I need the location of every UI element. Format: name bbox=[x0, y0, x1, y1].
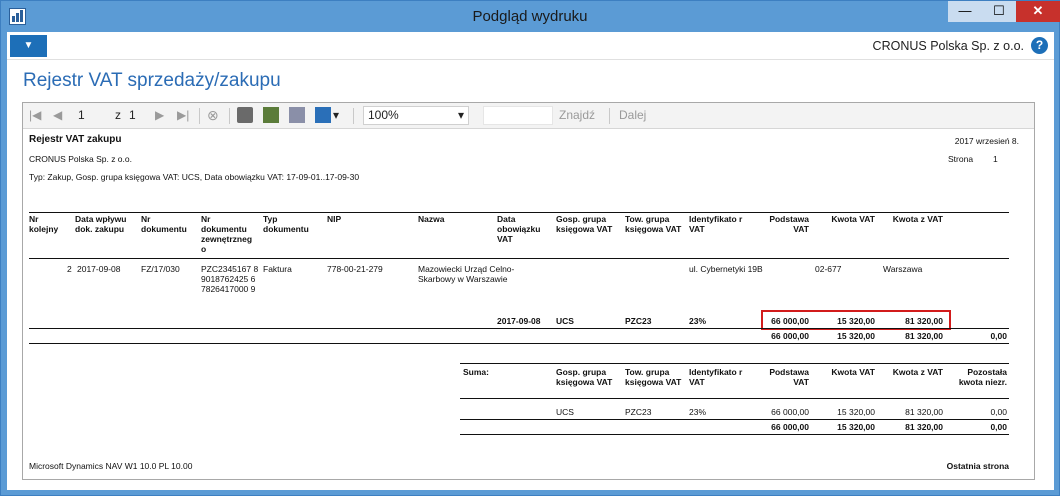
report-viewer: |◀ ◀ 1 z 1 ▶ ▶| ⊗ ▾ 100% ▾ Znajdź Dalej … bbox=[22, 102, 1035, 480]
export-dropdown-icon[interactable]: ▾ bbox=[333, 107, 339, 124]
report-footer-right: Ostatnia strona bbox=[946, 461, 1009, 471]
summary-header-podstawa: Podstawa VAT bbox=[769, 367, 809, 387]
row-data-wplywu: 2017-09-08 bbox=[77, 264, 121, 274]
stop-icon[interactable]: ⊗ bbox=[207, 107, 219, 124]
print-icon[interactable] bbox=[237, 107, 253, 123]
row-typ: Faktura bbox=[263, 264, 292, 274]
find-button[interactable]: Znajdź bbox=[559, 107, 595, 124]
find-text-input[interactable] bbox=[483, 106, 553, 125]
col-header-nip: NIP bbox=[327, 214, 342, 224]
col-header-data-wplywu: Data wpływu dok. zakupu bbox=[75, 214, 127, 234]
report-title: Rejestr VAT zakupu bbox=[29, 134, 122, 145]
row-nazwa: Mazowiecki Urząd Celno-Skarbowy w Warsza… bbox=[418, 264, 515, 284]
col-header-nr-dokumentu: Nr dokumentu bbox=[141, 214, 187, 234]
zoom-select[interactable]: 100% ▾ bbox=[363, 106, 469, 125]
first-page-button[interactable]: |◀ bbox=[29, 107, 41, 124]
report-toolbar: |◀ ◀ 1 z 1 ▶ ▶| ⊗ ▾ 100% ▾ Znajdź Dalej bbox=[23, 103, 1034, 129]
col-header-gosp: Gosp. grupa księgowa VAT bbox=[556, 214, 613, 234]
col-header-kwota: Kwota VAT bbox=[831, 214, 875, 224]
summary-total-kwota: 15 320,00 bbox=[837, 422, 875, 432]
summary-total-podstawa: 66 000,00 bbox=[771, 422, 809, 432]
row-nr-dokumentu: FZ/17/030 bbox=[141, 264, 180, 274]
company-name: CRONUS Polska Sp. z o.o. bbox=[872, 39, 1024, 53]
help-icon[interactable]: ? bbox=[1031, 37, 1048, 54]
col-header-typ: Typ dokumentu bbox=[263, 214, 309, 234]
last-page-button[interactable]: ▶| bbox=[177, 107, 189, 124]
page-label: Strona bbox=[948, 154, 974, 164]
page-number: 1 bbox=[993, 154, 998, 164]
summary-row-gosp: UCS bbox=[556, 407, 574, 417]
page-title: Rejestr VAT sprzedaży/zakupu bbox=[23, 70, 281, 91]
menu-strip: ▼ CRONUS Polska Sp. z o.o. ? bbox=[7, 32, 1054, 60]
summary-row-pozostala: 0,00 bbox=[990, 407, 1007, 417]
export-icon[interactable] bbox=[315, 107, 331, 123]
col-header-ident: Identyfikato r VAT bbox=[689, 214, 743, 234]
row-nip: 778-00-21-279 bbox=[327, 264, 383, 274]
report-date: 2017 wrzesień 8. bbox=[954, 136, 1019, 146]
summary-row-kwota: 15 320,00 bbox=[837, 407, 875, 417]
row-kod: 02-677 bbox=[815, 264, 842, 274]
print-layout-icon[interactable] bbox=[263, 107, 279, 123]
previous-page-button[interactable]: ◀ bbox=[53, 107, 62, 124]
vat-line-tow: PZC23 bbox=[625, 316, 652, 326]
total-pozostala: 0,00 bbox=[990, 331, 1007, 341]
col-header-tow: Tow. grupa księgowa VAT bbox=[625, 214, 682, 234]
window-title: Podgląd wydruku bbox=[472, 8, 588, 25]
summary-total-pozostala: 0,00 bbox=[990, 422, 1007, 432]
total-kwota-z: 81 320,00 bbox=[905, 331, 943, 341]
summary-row-ident: 23% bbox=[689, 407, 707, 417]
vat-line-ident: 23% bbox=[689, 316, 707, 326]
find-next-button[interactable]: Dalej bbox=[619, 107, 646, 124]
col-header-nazwa: Nazwa bbox=[418, 214, 445, 224]
summary-header-kwota-z: Kwota z VAT bbox=[892, 367, 943, 377]
row-miasto: Warszawa bbox=[883, 264, 923, 274]
row-adres: ul. Cybernetyki 19B bbox=[689, 264, 763, 274]
report-company: CRONUS Polska Sp. z o.o. bbox=[29, 154, 132, 164]
report-page: Rejestr VAT zakupu 2017 wrzesień 8. CRON… bbox=[23, 130, 1034, 479]
total-kwota: 15 320,00 bbox=[837, 331, 875, 341]
page-total: 1 bbox=[129, 108, 136, 122]
print-preview-window: Podgląd wydruku — ☐ ✕ ▼ CRONUS Polska Sp… bbox=[0, 0, 1060, 496]
summary-label: Suma: bbox=[463, 367, 489, 377]
col-header-kwota-z: Kwota z VAT bbox=[892, 214, 943, 224]
page-of-label: z bbox=[115, 108, 121, 122]
row-nr-dok-zewn: PZC2345167 89018762425 67826417000 9 bbox=[201, 264, 259, 294]
report-filter: Typ: Zakup, Gosp. grupa księgowa VAT: UC… bbox=[29, 172, 360, 182]
col-header-podstawa: Podstawa VAT bbox=[769, 214, 809, 234]
maximize-button[interactable]: ☐ bbox=[982, 1, 1016, 22]
vat-line-data: 2017-09-08 bbox=[497, 316, 541, 326]
summary-header-gosp: Gosp. grupa księgowa VAT bbox=[556, 367, 613, 387]
client-area: ▼ CRONUS Polska Sp. z o.o. ? Rejestr VAT… bbox=[7, 32, 1054, 490]
total-podstawa: 66 000,00 bbox=[771, 331, 809, 341]
row-nr: 2 bbox=[67, 264, 72, 274]
vat-line-gosp: UCS bbox=[556, 316, 574, 326]
summary-header-ident: Identyfikato r VAT bbox=[689, 367, 743, 387]
title-bar: Podgląd wydruku — ☐ ✕ bbox=[1, 1, 1060, 32]
col-header-nr-dok-zewn: Nr dokumentu zewnętrzneg o bbox=[201, 214, 253, 254]
summary-row-tow: PZC23 bbox=[625, 407, 652, 417]
minimize-button[interactable]: — bbox=[948, 1, 982, 22]
highlight-box bbox=[761, 310, 951, 330]
close-button[interactable]: ✕ bbox=[1016, 1, 1060, 22]
summary-header-tow: Tow. grupa księgowa VAT bbox=[625, 367, 682, 387]
summary-header-kwota: Kwota VAT bbox=[831, 367, 875, 377]
report-footer-left: Microsoft Dynamics NAV W1 10.0 PL 10.00 bbox=[29, 461, 193, 471]
application-menu-button[interactable]: ▼ bbox=[10, 35, 47, 57]
zoom-chevron-down-icon: ▾ bbox=[457, 108, 464, 122]
summary-total-kwota-z: 81 320,00 bbox=[905, 422, 943, 432]
col-header-data-obowiazku: Data obowiązku VAT bbox=[497, 214, 541, 244]
summary-row-kwota-z: 81 320,00 bbox=[905, 407, 943, 417]
summary-row-podstawa: 66 000,00 bbox=[771, 407, 809, 417]
col-header-nr: Nr kolejny bbox=[29, 214, 59, 234]
page-setup-icon[interactable] bbox=[289, 107, 305, 123]
zoom-value: 100% bbox=[368, 108, 399, 122]
summary-header-pozostala: Pozostała kwota niezr. bbox=[958, 367, 1007, 387]
next-page-button[interactable]: ▶ bbox=[155, 107, 164, 124]
page-number-input[interactable]: 1 bbox=[73, 106, 111, 125]
